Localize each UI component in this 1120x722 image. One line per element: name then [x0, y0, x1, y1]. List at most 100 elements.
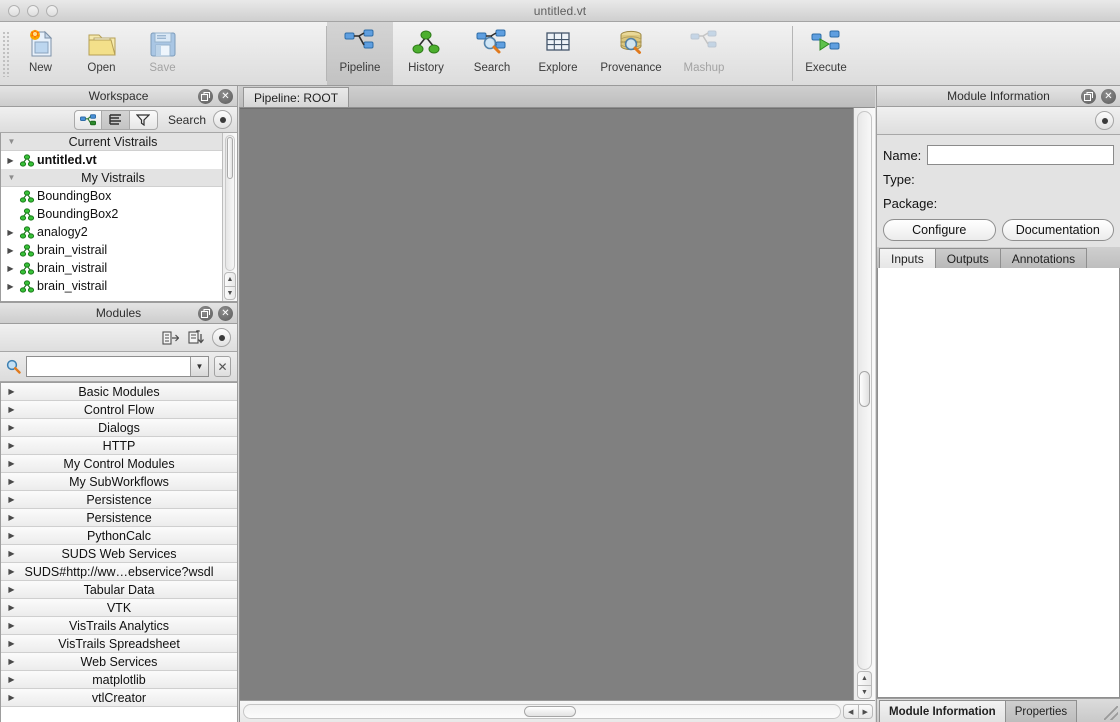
documentation-button[interactable]: Documentation: [1001, 219, 1114, 241]
disclosure-triangle-icon[interactable]: ▶: [5, 567, 18, 576]
workspace-tree-item[interactable]: ▶ brain_vistrail: [1, 277, 222, 295]
workspace-tree-scrollbar[interactable]: ▲ ▼: [222, 133, 237, 301]
disclosure-triangle-icon[interactable]: ▶: [5, 603, 18, 612]
module-category-row[interactable]: ▶ SUDS#http://ww…ebservice?wsdl: [1, 563, 237, 581]
maximize-window-button[interactable]: [46, 5, 58, 17]
disclosure-triangle-icon[interactable]: ▶: [4, 228, 17, 237]
disclosure-triangle-icon[interactable]: ▶: [5, 585, 18, 594]
workspace-scroll-thumb[interactable]: [227, 137, 233, 179]
tab-inputs[interactable]: Inputs: [879, 248, 935, 268]
close-icon[interactable]: ✕: [218, 306, 233, 321]
disclosure-triangle-icon[interactable]: ▶: [5, 459, 18, 468]
minimize-window-button[interactable]: [27, 5, 39, 17]
disclosure-triangle-icon[interactable]: ▶: [4, 246, 17, 255]
workspace-scroll-buttons[interactable]: ▲ ▼: [224, 272, 236, 300]
canvas-hscroll-track[interactable]: [243, 704, 841, 719]
explore-view-button[interactable]: Explore: [525, 22, 591, 85]
tab-outputs[interactable]: Outputs: [934, 248, 1000, 268]
module-category-row[interactable]: ▶ VisTrails Analytics: [1, 617, 237, 635]
scroll-up-icon[interactable]: ▲: [224, 272, 236, 286]
save-button[interactable]: Save: [132, 22, 193, 85]
workspace-tree-group[interactable]: ▼ My Vistrails: [1, 169, 222, 187]
workspace-tree-item[interactable]: ▶ brain_vistrail: [1, 259, 222, 277]
module-name-input-wrap[interactable]: [927, 145, 1114, 165]
close-icon[interactable]: ✕: [1101, 89, 1116, 104]
provenance-view-button[interactable]: Provenance: [591, 22, 671, 85]
workspace-search-label[interactable]: Search: [168, 113, 206, 127]
bottom-tab-module-information[interactable]: Module Information: [879, 700, 1005, 722]
workspace-tree-item[interactable]: BoundingBox2: [1, 205, 222, 223]
tab-annotations[interactable]: Annotations: [999, 248, 1088, 268]
undock-icon[interactable]: [198, 89, 213, 104]
disclosure-triangle-icon[interactable]: ▶: [5, 531, 18, 540]
module-category-row[interactable]: ▶ Tabular Data: [1, 581, 237, 599]
configure-button[interactable]: Configure: [883, 219, 996, 241]
canvas-hscroll-thumb[interactable]: [524, 706, 576, 717]
disclosure-triangle-icon[interactable]: ▶: [5, 477, 18, 486]
canvas-hscroll-buttons[interactable]: ◀ ▶: [843, 704, 873, 719]
filter-funnel-icon[interactable]: [129, 109, 158, 130]
canvas-vscroll-thumb[interactable]: [859, 371, 870, 407]
modules-category-list[interactable]: ▶ Basic Modules ▶ Control Flow ▶ Dialogs ▶ HTTP…: [0, 382, 237, 722]
scroll-down-icon[interactable]: ▼: [857, 685, 872, 699]
workspace-tree-item[interactable]: ▶ analogy2: [1, 223, 222, 241]
module-category-row[interactable]: ▶ SUDS Web Services: [1, 545, 237, 563]
disclosure-triangle-icon[interactable]: ▼: [5, 137, 18, 146]
module-search-input[interactable]: [27, 357, 190, 376]
disclosure-triangle-icon[interactable]: ▶: [5, 513, 18, 522]
disclosure-triangle-icon[interactable]: ▶: [5, 657, 18, 666]
module-category-row[interactable]: ▶ VisTrails Spreadsheet: [1, 635, 237, 653]
workspace-tree-item[interactable]: ▶ brain_vistrail: [1, 241, 222, 259]
resize-grip[interactable]: [1104, 706, 1118, 720]
toolbar-grip[interactable]: [2, 30, 10, 77]
workspace-tree[interactable]: ▼ Current Vistrails ▶ untitled.vt ▼ My Vistra…: [0, 133, 237, 302]
undock-icon[interactable]: [198, 306, 213, 321]
list-view-icon[interactable]: [101, 109, 130, 130]
module-category-row[interactable]: ▶ My SubWorkflows: [1, 473, 237, 491]
clear-x-icon[interactable]: ✕: [214, 356, 231, 377]
bottom-tab-properties[interactable]: Properties: [1004, 700, 1078, 722]
disclosure-triangle-icon[interactable]: ▶: [5, 387, 18, 396]
module-info-tab-content[interactable]: [877, 268, 1120, 698]
disclosure-triangle-icon[interactable]: ▶: [4, 264, 17, 273]
execute-button[interactable]: Execute: [793, 22, 859, 85]
workspace-tree-item[interactable]: BoundingBox: [1, 187, 222, 205]
pipeline-view-button[interactable]: Pipeline: [327, 22, 393, 85]
import-module-icon[interactable]: [184, 329, 210, 346]
module-category-row[interactable]: ▶ My Control Modules: [1, 455, 237, 473]
scroll-up-icon[interactable]: ▲: [857, 671, 872, 685]
workspace-tree-group[interactable]: ▼ Current Vistrails: [1, 133, 222, 151]
module-category-row[interactable]: ▶ Web Services: [1, 653, 237, 671]
scroll-left-icon[interactable]: ◀: [843, 704, 858, 719]
canvas-vscroll-track[interactable]: [857, 111, 872, 670]
disclosure-triangle-icon[interactable]: ▶: [5, 441, 18, 450]
disclosure-triangle-icon[interactable]: ▶: [5, 495, 18, 504]
disclosure-triangle-icon[interactable]: ▶: [4, 156, 17, 165]
disclosure-triangle-icon[interactable]: ▶: [5, 405, 18, 414]
close-window-button[interactable]: [8, 5, 20, 17]
scroll-right-icon[interactable]: ▶: [857, 704, 873, 719]
canvas-vscroll-buttons[interactable]: ▲ ▼: [857, 671, 872, 699]
module-category-row[interactable]: ▶ matplotlib: [1, 671, 237, 689]
module-category-row[interactable]: ▶ vtlCreator: [1, 689, 237, 707]
modules-category-items[interactable]: ▶ Basic Modules ▶ Control Flow ▶ Dialogs ▶ HTTP…: [1, 383, 237, 722]
module-category-row[interactable]: ▶ VTK: [1, 599, 237, 617]
disclosure-triangle-icon[interactable]: ▶: [5, 423, 18, 432]
options-dot-icon[interactable]: [1095, 111, 1114, 130]
module-category-row[interactable]: ▶ Control Flow: [1, 401, 237, 419]
undock-icon[interactable]: [1081, 89, 1096, 104]
scroll-down-icon[interactable]: ▼: [224, 286, 236, 300]
module-category-row[interactable]: ▶ HTTP: [1, 437, 237, 455]
disclosure-triangle-icon[interactable]: ▶: [4, 282, 17, 291]
disclosure-triangle-icon[interactable]: ▶: [5, 693, 18, 702]
module-category-row[interactable]: ▶ PythonCalc: [1, 527, 237, 545]
new-module-icon[interactable]: [158, 330, 182, 346]
workspace-tree-item[interactable]: ▶ untitled.vt: [1, 151, 222, 169]
new-button[interactable]: New: [10, 22, 71, 85]
options-dot-icon[interactable]: [212, 328, 231, 347]
disclosure-triangle-icon[interactable]: ▼: [5, 173, 18, 182]
canvas-vertical-scrollbar[interactable]: ▲ ▼: [853, 108, 875, 700]
canvas-horizontal-scrollbar[interactable]: ◀ ▶: [240, 700, 875, 722]
tab-pipeline-root[interactable]: Pipeline: ROOT: [243, 87, 350, 107]
workspace-tree-list[interactable]: ▼ Current Vistrails ▶ untitled.vt ▼ My Vistra…: [1, 133, 222, 301]
